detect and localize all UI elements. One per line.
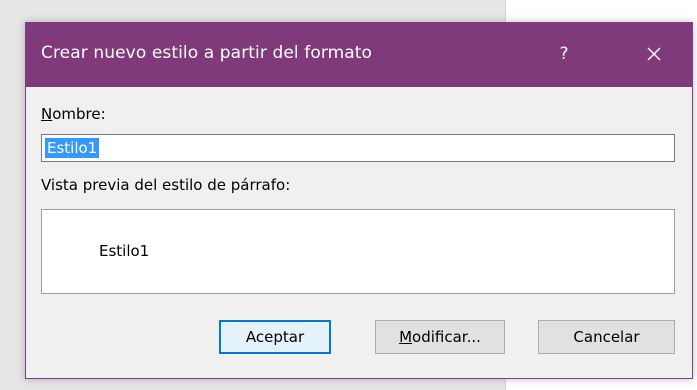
name-label: Nombre:: [41, 105, 106, 123]
modify-button-label: odificar...: [412, 328, 481, 346]
name-input[interactable]: Estilo1: [41, 134, 675, 162]
cancel-button[interactable]: Cancelar: [538, 320, 675, 354]
name-label-text: ombre:: [52, 105, 106, 123]
name-input-selected-text: Estilo1: [45, 138, 100, 158]
accept-button[interactable]: Aceptar: [219, 320, 331, 354]
modify-button[interactable]: Modificar...: [375, 320, 505, 354]
name-label-accesskey: N: [41, 105, 53, 123]
modify-button-accesskey: M: [399, 328, 413, 346]
dialog-titlebar: Crear nuevo estilo a partir del formato …: [26, 23, 692, 87]
help-button[interactable]: ?: [536, 33, 592, 75]
close-icon: [647, 47, 661, 61]
desktop-background: Crear nuevo estilo a partir del formato …: [0, 0, 697, 390]
style-preview-box: Estilo1: [41, 209, 675, 294]
preview-label: Vista previa del estilo de párrafo:: [41, 176, 291, 194]
create-style-dialog: Crear nuevo estilo a partir del formato …: [25, 22, 693, 379]
dialog-title: Crear nuevo estilo a partir del formato: [41, 43, 373, 63]
close-button[interactable]: [626, 33, 682, 75]
style-preview-text: Estilo1: [99, 242, 150, 260]
